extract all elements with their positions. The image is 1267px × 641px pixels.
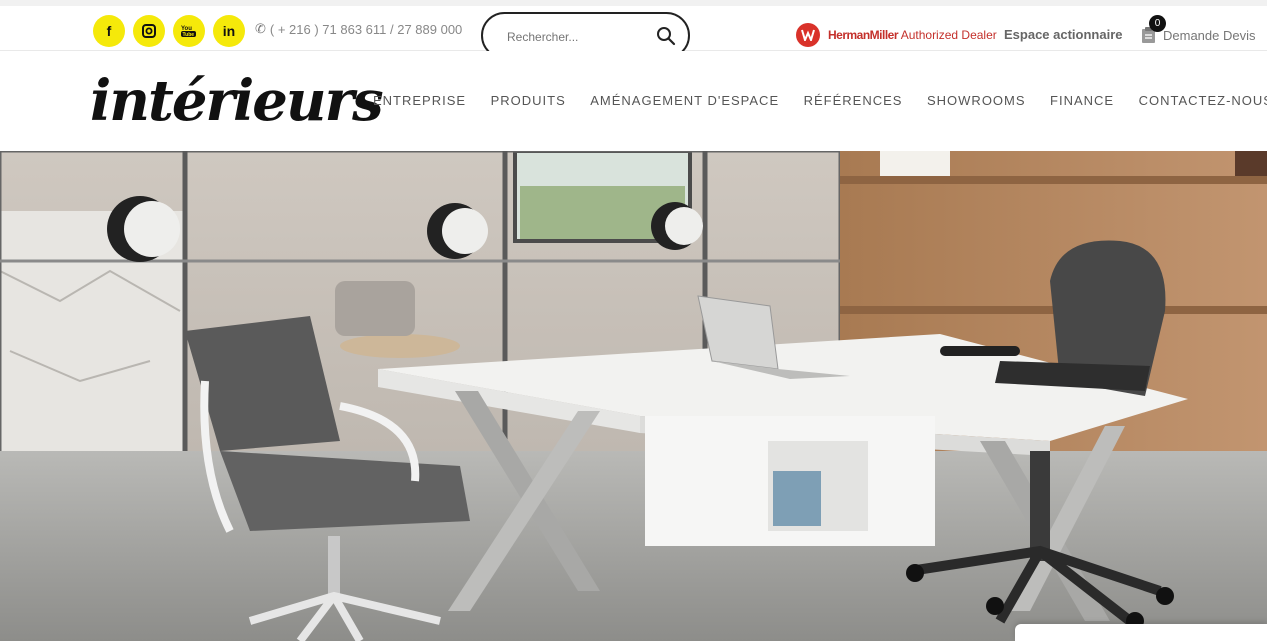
herman-miller-logo-icon [796,23,820,47]
nav-references[interactable]: RÉFÉRENCES [804,93,903,108]
demande-devis-link[interactable]: 0 Demande Devis [1140,15,1256,44]
phone-number: ( + 216 ) 71 863 611 / 27 889 000 [269,21,463,37]
cart-count-badge: 0 [1149,15,1166,32]
nav-contact[interactable]: CONTACTEZ-NOUS [1139,93,1267,108]
svg-text:Tube: Tube [183,32,195,38]
social-links: f You Tube in [93,15,245,47]
facebook-icon[interactable]: f [93,15,125,47]
hero-image [0,151,1267,641]
search-input[interactable] [505,26,649,48]
nav-amenagement[interactable]: AMÉNAGEMENT D'ESPACE [590,93,779,108]
top-bar: f You Tube in ✆ ( + 216 ) 71 863 611 / 27… [0,0,1267,59]
youtube-icon[interactable]: You Tube [173,15,205,47]
instagram-icon[interactable] [133,15,165,47]
cookie-banner [1015,624,1267,641]
linkedin-icon[interactable]: in [213,15,245,47]
main-header: intérieurs ENTREPRISE PRODUITS AMÉNAGEME… [0,51,1267,151]
nav-produits[interactable]: PRODUITS [491,93,566,108]
office-scene-image [0,151,1267,641]
nav-finance[interactable]: FINANCE [1050,93,1114,108]
dealer-badge[interactable]: HermanMiller Authorized Dealer [796,23,997,47]
nav-showrooms[interactable]: SHOWROOMS [927,93,1026,108]
phone-contact: ✆ ( + 216 ) 71 863 611 / 27 889 000 [255,21,462,37]
site-logo[interactable]: intérieurs [90,71,384,131]
phone-icon: ✆ [255,21,266,36]
dealer-text: HermanMiller Authorized Dealer [828,28,997,42]
search-icon[interactable] [656,26,676,46]
nav-entreprise[interactable]: ENTREPRISE [373,93,466,108]
main-nav: ENTREPRISE PRODUITS AMÉNAGEMENT D'ESPACE… [373,93,1267,108]
quote-list-icon: 0 [1140,15,1166,44]
demande-devis-label: Demande Devis [1163,27,1256,43]
espace-actionnaire-link[interactable]: Espace actionnaire [1004,27,1123,42]
